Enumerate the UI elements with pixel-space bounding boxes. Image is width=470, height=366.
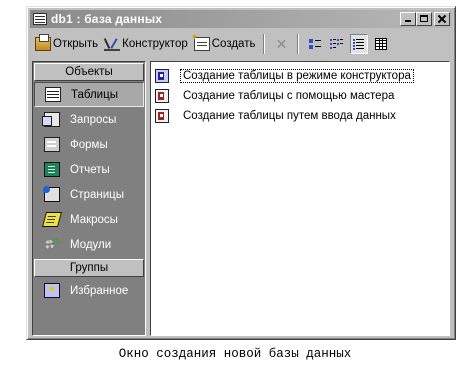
window-title: db1 : база данных xyxy=(51,12,163,26)
sidebar-item-tables[interactable]: Таблицы xyxy=(34,82,144,107)
open-icon xyxy=(35,34,51,51)
sidebar-item-reports[interactable]: Отчеты xyxy=(34,157,144,182)
wizard-table-icon xyxy=(155,89,169,103)
list-item-label: Создание таблицы в режиме конструктора xyxy=(180,69,414,83)
new-icon xyxy=(191,32,210,51)
favorites-icon: ★ xyxy=(44,283,60,298)
groups-header[interactable]: Группы xyxy=(34,259,144,277)
table-icon xyxy=(45,87,61,102)
sidebar-item-label: Модули xyxy=(70,238,112,251)
list-item[interactable]: Создание таблицы путем ввода данных xyxy=(155,106,449,126)
sidebar-item-forms[interactable]: Формы xyxy=(34,132,144,157)
small-icons-icon xyxy=(330,39,344,49)
datasheet-table-icon xyxy=(155,109,169,123)
maximize-button[interactable] xyxy=(416,12,432,26)
sidebar-item-label: Страницы xyxy=(70,188,124,201)
open-button-label: Открыть xyxy=(53,38,99,50)
title-bar[interactable]: db1 : база данных xyxy=(30,10,452,28)
list-item-label: Создание таблицы с помощью мастера xyxy=(183,90,395,102)
design-icon xyxy=(104,37,121,51)
toolbar-separator xyxy=(263,34,266,54)
toolbar-separator xyxy=(297,34,300,54)
sidebar-item-queries[interactable]: Запросы xyxy=(34,107,144,132)
objects-list: Создание таблицы в режиме конструктора С… xyxy=(150,61,450,336)
list-item-label: Создание таблицы путем ввода данных xyxy=(183,110,396,122)
module-icon xyxy=(44,237,60,252)
details-view-icon xyxy=(375,38,388,50)
open-button[interactable]: Открыть xyxy=(32,33,101,55)
sidebar-item-label: Таблицы xyxy=(71,88,118,101)
delete-icon[interactable]: ✕ xyxy=(272,34,290,54)
macro-icon xyxy=(41,212,63,227)
large-icons-button[interactable] xyxy=(306,34,324,54)
large-icons-icon xyxy=(309,39,322,49)
sidebar-item-label: Макросы xyxy=(70,213,118,226)
form-icon xyxy=(44,137,60,152)
sidebar-item-label: Формы xyxy=(70,138,108,151)
design-table-icon xyxy=(155,69,169,83)
objects-bar: Объекты Таблицы Запросы Формы Отчеты Стр… xyxy=(32,61,146,336)
close-button[interactable] xyxy=(434,12,450,26)
page-icon xyxy=(43,186,60,202)
objects-header[interactable]: Объекты xyxy=(34,63,144,81)
list-view-icon xyxy=(353,38,365,50)
sidebar-item-pages[interactable]: Страницы xyxy=(34,182,144,207)
sidebar-item-label: Отчеты xyxy=(70,163,110,176)
design-button[interactable]: Конструктор xyxy=(101,33,191,55)
small-icons-button[interactable] xyxy=(328,34,346,54)
sidebar-item-macros[interactable]: Макросы xyxy=(34,207,144,232)
sidebar-item-modules[interactable]: Модули xyxy=(34,232,144,257)
query-icon xyxy=(42,112,60,127)
window-controls xyxy=(400,12,450,26)
sidebar-item-label: Запросы xyxy=(70,113,117,126)
list-item[interactable]: Создание таблицы с помощью мастера xyxy=(155,86,449,106)
database-window: db1 : база данных Открыть Конструктор Со… xyxy=(26,6,456,340)
database-icon xyxy=(33,13,47,25)
create-button[interactable]: Создать xyxy=(191,32,259,55)
figure-caption: Окно создания новой базы данных xyxy=(118,347,352,361)
sidebar-item-favorites[interactable]: ★ Избранное xyxy=(34,278,144,303)
list-item[interactable]: Создание таблицы в режиме конструктора xyxy=(155,66,449,86)
create-button-label: Создать xyxy=(211,38,256,50)
design-button-label: Конструктор xyxy=(122,38,188,50)
details-view-button[interactable] xyxy=(372,34,390,54)
report-icon xyxy=(44,162,60,177)
list-view-button[interactable] xyxy=(350,34,369,54)
minimize-button[interactable] xyxy=(400,12,416,26)
toolbar: Открыть Конструктор Создать ✕ xyxy=(30,31,452,57)
sidebar-item-label: Избранное xyxy=(70,284,129,297)
